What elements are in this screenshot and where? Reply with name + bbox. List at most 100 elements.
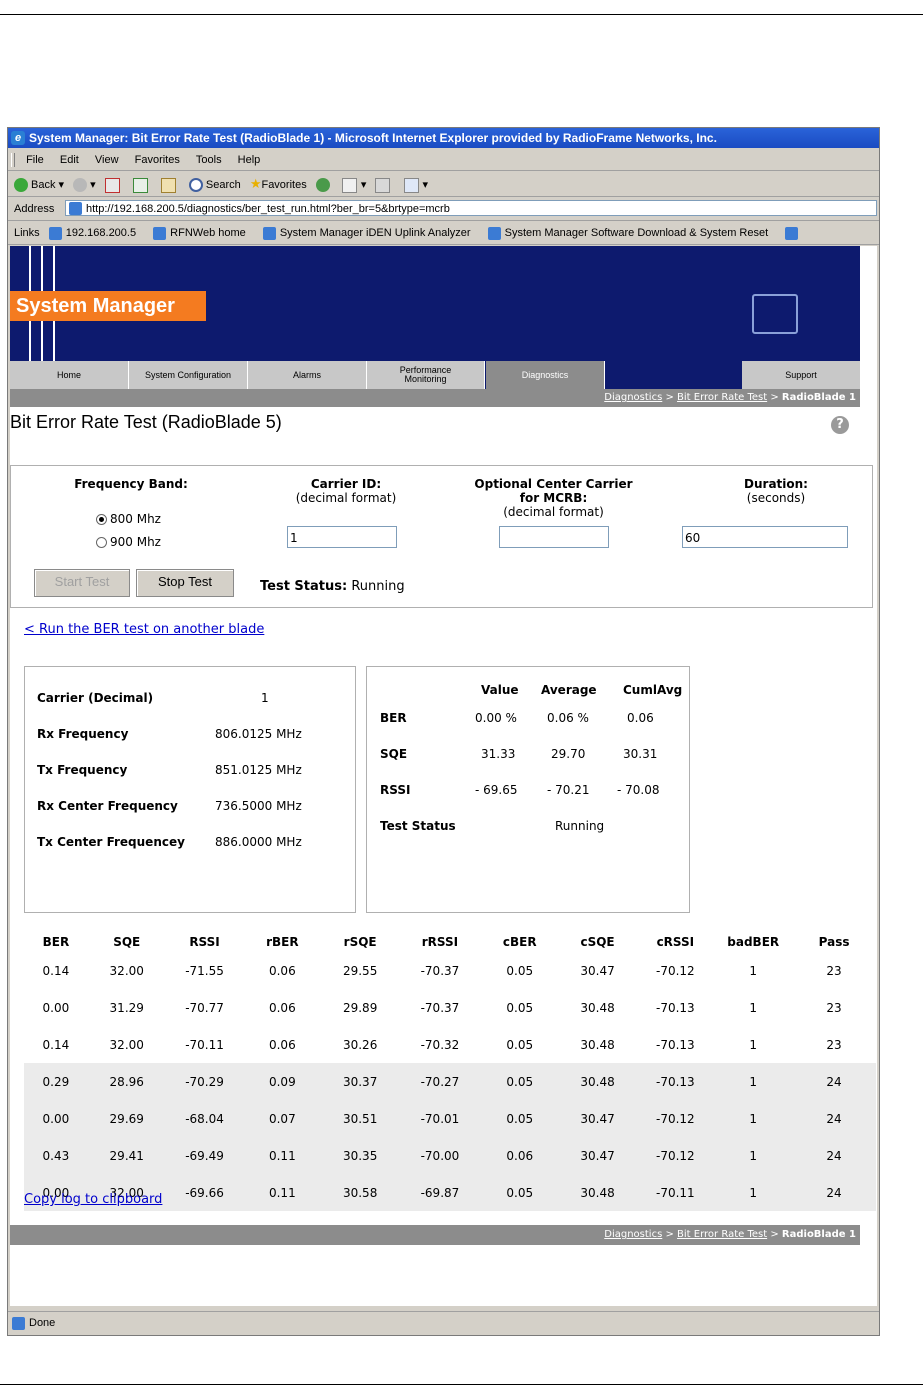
forward-button[interactable]: ▾ xyxy=(73,173,96,197)
breadcrumb: Diagnostics > Bit Error Rate Test > Radi… xyxy=(10,389,860,407)
back-button[interactable]: Back ▾ xyxy=(14,173,64,197)
links-bar: Links 192.168.200.5 RFNWeb home System M… xyxy=(8,222,879,245)
table-cell: -70.29 xyxy=(165,1063,244,1100)
status-text: Done xyxy=(29,1317,56,1329)
link-item[interactable]: RFNWeb home xyxy=(153,226,246,240)
start-test-button[interactable]: Start Test xyxy=(34,569,130,597)
carrier-id-sub: (decimal format) xyxy=(295,491,397,505)
rssi-average: - 70.21 xyxy=(547,783,590,797)
back-arrow-icon xyxy=(14,178,28,193)
brand-icon xyxy=(752,294,798,334)
breadcrumb-ber[interactable]: Bit Error Rate Test xyxy=(677,392,767,403)
radio-unchecked-icon xyxy=(96,537,107,548)
menu-edit[interactable]: Edit xyxy=(56,154,83,166)
mail-button[interactable]: ▾ xyxy=(341,173,366,197)
center-carrier-label-1: Optional Center Carrier xyxy=(474,477,633,491)
table-cell: -70.12 xyxy=(636,1137,715,1174)
carrier-label: Carrier (Decimal) xyxy=(37,691,154,705)
tx-frequency-value: 851.0125 MHz xyxy=(215,763,302,777)
help-icon[interactable]: ? xyxy=(831,416,849,434)
link-item[interactable] xyxy=(785,226,802,240)
breadcrumb-diagnostics[interactable]: Diagnostics xyxy=(604,392,662,403)
window-title: System Manager: Bit Error Rate Test (Rad… xyxy=(29,131,717,145)
mail-icon xyxy=(341,177,357,193)
app-logo: System Manager xyxy=(10,291,206,321)
table-cell: 30.47 xyxy=(558,1100,637,1137)
link-item[interactable]: System Manager iDEN Uplink Analyzer xyxy=(262,226,471,240)
edit-button[interactable]: ▾ xyxy=(403,173,428,197)
center-carrier-input[interactable] xyxy=(499,526,609,548)
breadcrumb-bottom: Diagnostics > Bit Error Rate Test > Radi… xyxy=(10,1225,860,1245)
breadcrumb-current: RadioBlade 1 xyxy=(781,392,856,403)
address-label: Address xyxy=(14,203,55,215)
run-other-blade-link[interactable]: < Run the BER test on another blade xyxy=(24,622,264,637)
breadcrumb-ber[interactable]: Bit Error Rate Test xyxy=(677,1229,767,1240)
page-top-rule xyxy=(0,14,923,15)
results-status-label: Test Status xyxy=(380,819,456,833)
band-800-radio[interactable]: 800 Mhz xyxy=(96,512,161,526)
center-carrier-label-2: for MCRB: xyxy=(519,491,588,505)
home-button[interactable] xyxy=(160,173,180,197)
carrier-id-input[interactable]: 1 xyxy=(287,526,397,548)
table-cell: 30.48 xyxy=(580,1037,615,1052)
table-cell: -70.00 xyxy=(399,1137,481,1174)
page-title: Bit Error Rate Test (RadioBlade 5) xyxy=(10,412,282,432)
table-cell: 28.96 xyxy=(87,1063,166,1100)
table-cell: 24 xyxy=(792,1137,876,1174)
duration-label: Duration: xyxy=(744,477,808,491)
col-rber: rBER xyxy=(266,935,299,949)
menu-favorites[interactable]: Favorites xyxy=(131,154,184,166)
menu-file[interactable]: File xyxy=(22,154,48,166)
stop-test-button[interactable]: Stop Test xyxy=(136,569,234,597)
sqe-average: 29.70 xyxy=(551,747,586,761)
status-bar: Done xyxy=(8,1311,879,1335)
col-ber: BER xyxy=(42,935,70,949)
results-panel: Value Average CumlAvg BER 0.00 % 0.06 % … xyxy=(366,666,690,913)
table-cell: 30.37 xyxy=(321,1063,400,1100)
tx-center-value: 886.0000 MHz xyxy=(215,835,302,849)
history-button[interactable] xyxy=(315,173,333,197)
refresh-button[interactable] xyxy=(132,173,152,197)
link-item[interactable]: System Manager Software Download & Syste… xyxy=(487,226,768,240)
col-rrssi: rRSSI xyxy=(421,935,459,949)
print-button[interactable] xyxy=(375,173,394,197)
duration-input[interactable]: 60 xyxy=(682,526,848,548)
rx-frequency-value: 806.0125 MHz xyxy=(215,727,302,741)
tab-performance-monitoring[interactable]: Performance Monitoring xyxy=(367,361,485,389)
edit-icon xyxy=(403,177,419,193)
tab-system-configuration[interactable]: System Configuration xyxy=(129,361,248,389)
table-cell: 1 xyxy=(749,1037,758,1052)
table-cell: 0.00 xyxy=(42,1000,70,1015)
address-input[interactable]: http://192.168.200.5/diagnostics/ber_tes… xyxy=(65,200,877,216)
sqe-value: 31.33 xyxy=(481,747,516,761)
tab-alarms[interactable]: Alarms xyxy=(248,361,367,389)
table-cell: -70.11 xyxy=(185,1037,224,1052)
rx-center-value: 736.5000 MHz xyxy=(215,799,302,813)
band-900-radio[interactable]: 900 Mhz xyxy=(96,535,161,549)
home-icon xyxy=(160,177,176,193)
tab-support[interactable]: Support xyxy=(742,361,861,389)
menu-tools[interactable]: Tools xyxy=(192,154,226,166)
tab-diagnostics[interactable]: Diagnostics xyxy=(486,361,605,389)
table-cell: 0.05 xyxy=(480,1063,559,1100)
table-cell: 1 xyxy=(749,963,758,978)
col-pass: Pass xyxy=(818,935,850,949)
breadcrumb-diagnostics[interactable]: Diagnostics xyxy=(604,1229,662,1240)
ie-icon: e xyxy=(11,131,25,145)
menu-view[interactable]: View xyxy=(91,154,123,166)
table-cell: 0.05 xyxy=(506,1000,534,1015)
link-item[interactable]: 192.168.200.5 xyxy=(48,226,136,240)
copy-log-link[interactable]: Copy log to clipboard xyxy=(24,1192,162,1207)
tab-home[interactable]: Home xyxy=(10,361,129,389)
table-cell: -70.37 xyxy=(420,1000,460,1015)
favorites-button[interactable]: ★Favorites xyxy=(250,172,307,197)
table-cell: 1 xyxy=(714,1137,793,1174)
menu-help[interactable]: Help xyxy=(234,154,265,166)
search-button[interactable]: Search xyxy=(188,173,241,197)
table-row: 0.29 28.96 -70.29 0.09 30.37 -70.27 0.05 30.48-… xyxy=(24,1063,876,1100)
log-body: 0.14 32.00 -71.55 0.06 29.55 -70.37 0.05 30.47-… xyxy=(24,952,876,1211)
ber-value: 0.00 % xyxy=(475,711,517,725)
table-cell: 0.05 xyxy=(480,1100,559,1137)
page-icon xyxy=(262,226,276,240)
stop-button[interactable] xyxy=(104,173,124,197)
